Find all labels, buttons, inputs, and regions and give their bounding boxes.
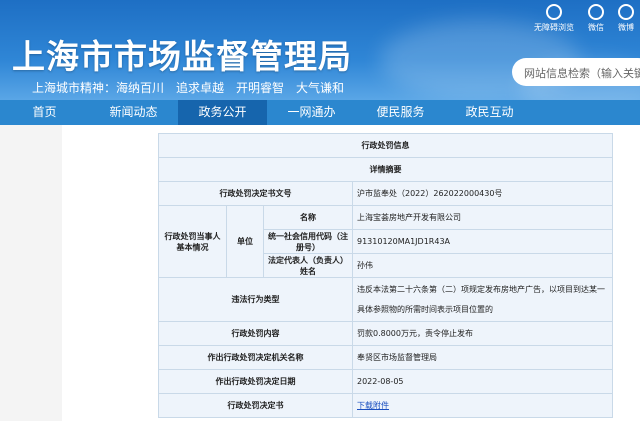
wechat-icon: [588, 4, 604, 20]
doc-no-label: 行政处罚决定书文号: [158, 181, 353, 206]
table-title: 行政处罚信息: [158, 133, 613, 158]
wechat-button[interactable]: 微信: [588, 4, 604, 33]
site-header: 上海市市场监督管理局 上海城市精神：海纳百川 追求卓越 开明睿智 大气谦和 无障碍浏览…: [0, 0, 640, 100]
label: 微博: [618, 23, 634, 32]
nav-news[interactable]: 新闻动态: [89, 100, 178, 125]
label: 微信: [588, 23, 604, 32]
file-label: 行政处罚决定书: [158, 393, 353, 418]
motto-text: 大气谦和: [296, 81, 345, 95]
org-label: 作出行政处罚决定机关名称: [158, 345, 353, 370]
rep-value: 孙伟: [352, 253, 613, 278]
violation-label: 违法行为类型: [158, 277, 353, 322]
motto-text: 追求卓越: [176, 81, 225, 95]
violation-value: 违反本法第二十六条第（二）项规定发布房地产广告，以项目到达某一具体参照物的所需时…: [352, 277, 613, 322]
main-nav: 首页 新闻动态 政务公开 一网通办 便民服务 政民互动: [0, 100, 640, 125]
motto-text: 上海城市精神：海纳百川: [32, 81, 165, 95]
nav-public-service[interactable]: 便民服务: [356, 100, 445, 125]
rep-label: 法定代表人（负责人）姓名: [263, 253, 353, 278]
city-motto: 上海城市精神：海纳百川 追求卓越 开明睿智 大气谦和: [32, 79, 356, 96]
content-label: 行政处罚内容: [158, 321, 353, 346]
penalty-info-table: 行政处罚信息 详情摘要 行政处罚决定书文号 沪市监奉处（2022）26202200…: [158, 133, 613, 418]
unit-label: 单位: [226, 205, 264, 278]
org-value: 奉贤区市场监督管理局: [352, 345, 613, 370]
weibo-button[interactable]: 微博: [618, 4, 634, 33]
search-input[interactable]: 网站信息检索（输入关键字: [512, 58, 640, 86]
nav-home[interactable]: 首页: [0, 100, 89, 125]
site-title: 上海市市场监督管理局: [12, 37, 352, 76]
date-value: 2022-08-05: [352, 369, 613, 394]
weibo-icon: [618, 4, 634, 20]
code-value: 91310120MA1JD1R43A: [352, 229, 613, 254]
content-value: 罚款0.8000万元，责令停止发布: [352, 321, 613, 346]
nav-interaction[interactable]: 政民互动: [445, 100, 534, 125]
nav-online-service[interactable]: 一网通办: [267, 100, 356, 125]
label: 无障碍浏览: [534, 23, 574, 32]
table-subtitle: 详情摘要: [158, 157, 613, 182]
accessibility-button[interactable]: 无障碍浏览: [534, 4, 574, 33]
date-label: 作出行政处罚决定日期: [158, 369, 353, 394]
eye-icon: [546, 4, 562, 20]
doc-no-value: 沪市监奉处（2022）262022000430号: [352, 181, 613, 206]
party-label: 行政处罚当事人基本情况: [158, 205, 227, 278]
name-value: 上海宝荟房地产开发有限公司: [352, 205, 613, 230]
nav-gov-info[interactable]: 政务公开: [178, 100, 267, 125]
motto-text: 开明睿智: [236, 81, 285, 95]
code-label: 统一社会信用代码（注册号）: [263, 229, 353, 254]
name-label: 名称: [263, 205, 353, 230]
download-attachment-link[interactable]: 下载附件: [357, 401, 389, 410]
